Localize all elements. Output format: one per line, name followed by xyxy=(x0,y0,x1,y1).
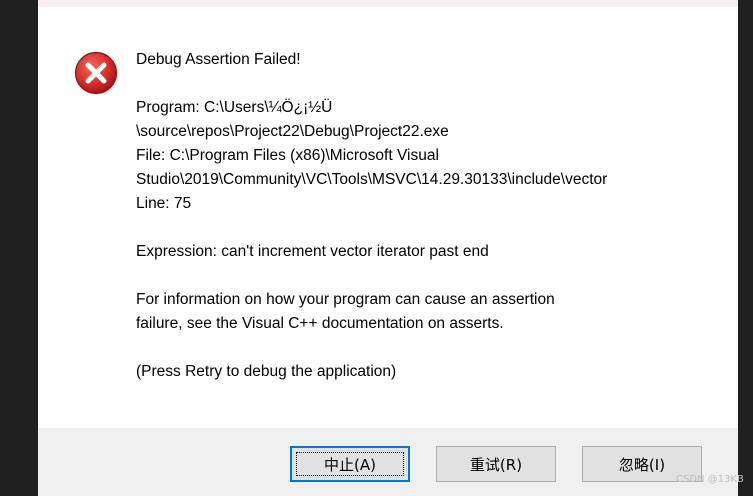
retry-button-label: 重试(R) xyxy=(469,455,523,474)
dialog-top-edge xyxy=(38,0,738,7)
message-info-1: For information on how your program can … xyxy=(136,291,555,308)
assertion-dialog: Debug Assertion Failed! Program: C:\User… xyxy=(38,0,738,496)
error-icon xyxy=(74,51,118,95)
message-program-path: \source\repos\Project22\Debug\Project22.… xyxy=(136,123,449,140)
message-expression: Expression: can't increment vector itera… xyxy=(136,243,489,260)
focus-rectangle xyxy=(296,452,404,476)
message-file-line: File: C:\Program Files (x86)\Microsoft V… xyxy=(136,147,439,164)
background-right xyxy=(738,0,753,496)
dialog-button-bar: 中止(A) 重试(R) 忽略(I) xyxy=(38,428,738,496)
message-retry-hint: (Press Retry to debug the application) xyxy=(136,363,397,380)
assertion-message: Debug Assertion Failed! Program: C:\User… xyxy=(136,48,726,384)
message-title: Debug Assertion Failed! xyxy=(136,51,301,68)
message-line-number: Line: 75 xyxy=(136,195,192,212)
abort-button[interactable]: 中止(A) xyxy=(290,446,410,482)
message-file-path: Studio\2019\Community\VC\Tools\MSVC\14.2… xyxy=(136,171,608,188)
message-info-2: failure, see the Visual C++ documentatio… xyxy=(136,315,504,332)
retry-button[interactable]: 重试(R) xyxy=(436,446,556,482)
watermark: CSDN @13KB xyxy=(676,474,744,485)
background-left xyxy=(0,0,38,496)
ignore-button-label: 忽略(I) xyxy=(618,455,666,474)
message-program-line: Program: C:\Users\¼Ö¿¡½Ü xyxy=(136,99,333,116)
